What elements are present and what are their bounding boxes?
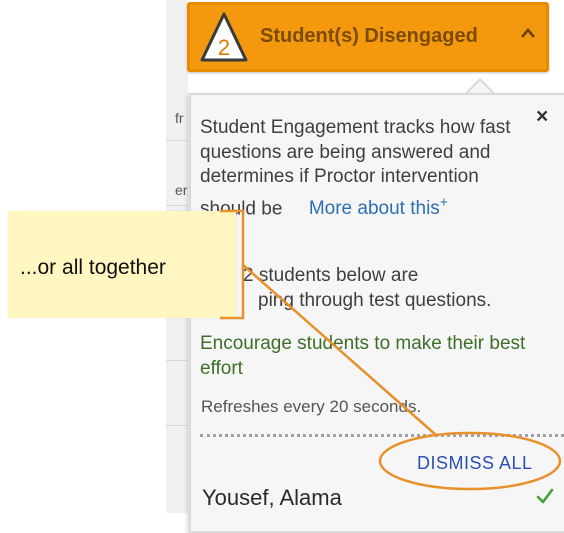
alert-label: Student(s) Disengaged bbox=[260, 25, 478, 47]
encourage-message: Encourage students to make their best ef… bbox=[200, 333, 526, 379]
students-line-2: ping through test questions. bbox=[258, 290, 492, 311]
chevron-up-icon bbox=[521, 28, 535, 38]
more-about-link-label: More about this bbox=[308, 197, 440, 219]
background-divider bbox=[166, 205, 188, 206]
students-line-1: 2 students below are bbox=[243, 265, 419, 286]
students-note: 2 students below are ping through test q… bbox=[200, 263, 540, 313]
more-about-plus: + bbox=[439, 193, 448, 210]
dismiss-all-button[interactable]: DISMISS ALL bbox=[417, 453, 533, 474]
dotted-divider bbox=[200, 434, 564, 437]
annotation-text: ...or all together bbox=[20, 256, 166, 279]
alert-count: 2 bbox=[218, 35, 230, 60]
background-text: er bbox=[175, 182, 188, 198]
background-divider bbox=[166, 425, 188, 426]
more-about-link[interactable]: More about this+ bbox=[308, 194, 448, 219]
check-icon bbox=[536, 488, 554, 504]
engagement-description: Student Engagement tracks how fast quest… bbox=[200, 116, 530, 221]
background-divider bbox=[166, 140, 188, 141]
student-name: Yousef, Alama bbox=[202, 485, 342, 510]
refresh-note: Refreshes every 20 seconds. bbox=[201, 397, 422, 416]
background-divider bbox=[166, 360, 188, 361]
disengaged-alert-button[interactable]: 2 Student(s) Disengaged bbox=[187, 2, 549, 72]
warning-triangle-icon: 2 bbox=[200, 12, 248, 62]
background-text: fr bbox=[175, 110, 184, 126]
close-icon[interactable]: × bbox=[536, 106, 548, 127]
